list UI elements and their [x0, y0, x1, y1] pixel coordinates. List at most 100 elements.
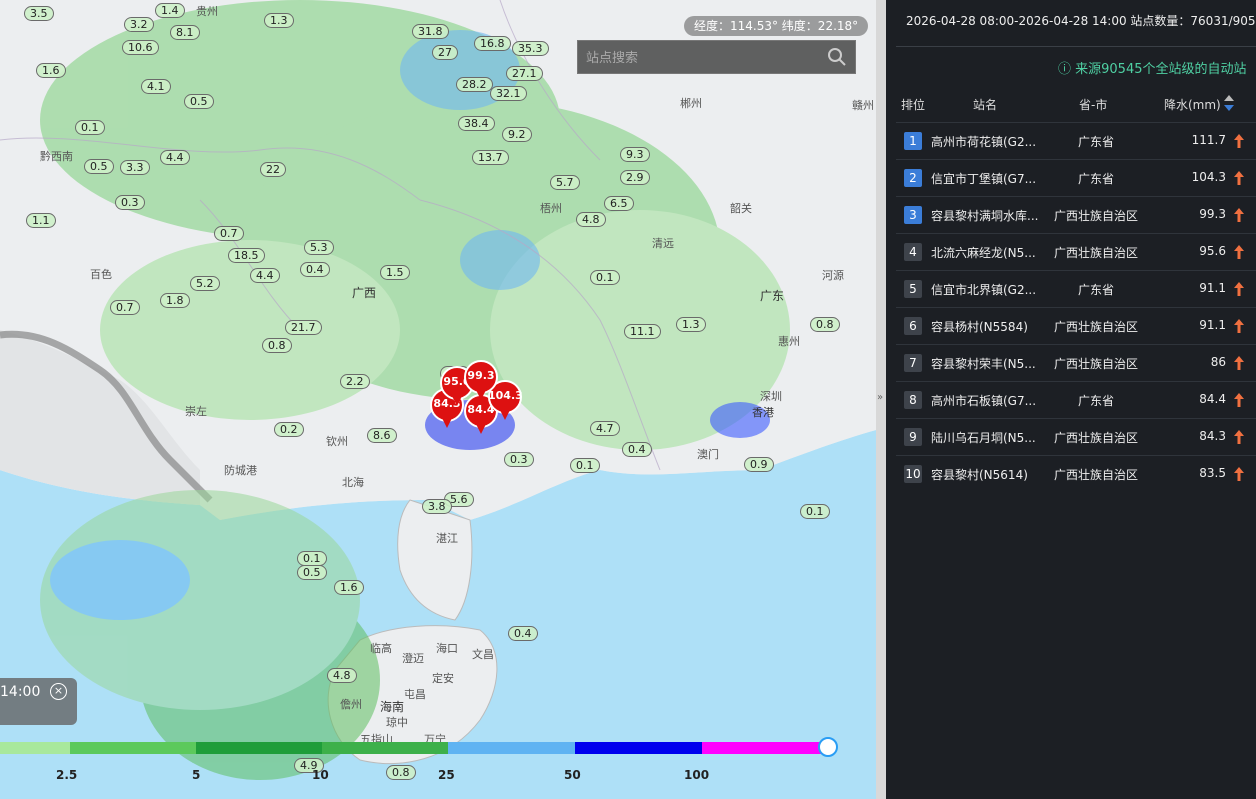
- station-value[interactable]: 1.8: [160, 293, 190, 308]
- station-value[interactable]: 4.4: [160, 150, 190, 165]
- station-value[interactable]: 21.7: [285, 320, 322, 335]
- station-value[interactable]: 38.4: [458, 116, 495, 131]
- collapse-chevron-icon[interactable]: »: [877, 392, 883, 403]
- table-row[interactable]: 8 高州市石板镇(G7... 广东省 84.4: [896, 381, 1256, 418]
- rainfall-map[interactable]: 贵州 广西 广东 海南 黔西南 百色 崇左 钦州 北海 防城港 梧州 清远 韶关…: [0, 0, 876, 799]
- table-row[interactable]: 3 容县黎村满垌水库... 广西壮族自治区 99.3: [896, 196, 1256, 233]
- station-value[interactable]: 5.2: [190, 276, 220, 291]
- station-value[interactable]: 0.4: [622, 442, 652, 457]
- station-value[interactable]: 8.6: [367, 428, 397, 443]
- table-row[interactable]: 9 陆川乌石月垌(N5... 广西壮族自治区 84.3: [896, 418, 1256, 455]
- station-search-input[interactable]: [586, 47, 826, 69]
- station-value[interactable]: 5.3: [304, 240, 334, 255]
- legend-slider-handle[interactable]: [818, 737, 838, 757]
- station-value[interactable]: 0.8: [810, 317, 840, 332]
- table-row[interactable]: 2 信宜市丁堡镇(G7... 广东省 104.3: [896, 159, 1256, 196]
- station-value[interactable]: 1.3: [676, 317, 706, 332]
- station-value[interactable]: 4.4: [250, 268, 280, 283]
- station-value[interactable]: 10.6: [122, 40, 159, 55]
- station-value[interactable]: 28.2: [456, 77, 493, 92]
- station-value[interactable]: 2.9: [620, 170, 650, 185]
- station-value[interactable]: 4.7: [590, 421, 620, 436]
- station-value[interactable]: 0.3: [504, 452, 534, 467]
- station-name[interactable]: 高州市荷花镇(G2...: [931, 133, 1041, 150]
- station-value[interactable]: 1.6: [334, 580, 364, 595]
- table-row[interactable]: 1 高州市荷花镇(G2... 广东省 111.7: [896, 122, 1256, 159]
- station-value[interactable]: 35.3: [512, 41, 549, 56]
- table-row[interactable]: 5 信宜市北界镇(G2... 广东省 91.1: [896, 270, 1256, 307]
- station-value[interactable]: 0.3: [115, 195, 145, 210]
- station-value[interactable]: 27: [432, 45, 458, 60]
- station-value[interactable]: 4.1: [141, 79, 171, 94]
- station-value[interactable]: 0.7: [214, 226, 244, 241]
- station-name[interactable]: 信宜市丁堡镇(G7...: [931, 170, 1041, 187]
- station-value[interactable]: 22: [260, 162, 286, 177]
- rain-legend-bar[interactable]: [0, 737, 838, 757]
- station-value[interactable]: 3.5: [24, 6, 54, 21]
- panel-splitter[interactable]: »: [876, 0, 886, 799]
- sort-icon[interactable]: [1223, 94, 1235, 112]
- station-value[interactable]: 0.2: [274, 422, 304, 437]
- station-value[interactable]: 1.1: [26, 213, 56, 228]
- header-rainfall[interactable]: 降水(mm): [1164, 96, 1221, 113]
- cursor-coordinates: 经度：114.53° 纬度：22.18°: [684, 16, 869, 36]
- table-row[interactable]: 4 北流六麻经龙(N5... 广西壮族自治区 95.6: [896, 233, 1256, 270]
- station-value[interactable]: 0.1: [570, 458, 600, 473]
- station-value[interactable]: 4.8: [576, 212, 606, 227]
- arrow-up-icon: [1234, 319, 1244, 333]
- station-name[interactable]: 北流六麻经龙(N5...: [931, 244, 1041, 261]
- station-value[interactable]: 1.5: [380, 265, 410, 280]
- station-value[interactable]: 2.2: [340, 374, 370, 389]
- station-value[interactable]: 1.3: [264, 13, 294, 28]
- table-row[interactable]: 7 容县黎村荣丰(N5... 广西壮族自治区 86: [896, 344, 1256, 381]
- station-value[interactable]: 1.4: [155, 3, 185, 18]
- close-icon[interactable]: ×: [50, 683, 67, 700]
- station-value[interactable]: 8.1: [170, 25, 200, 40]
- station-value[interactable]: 1.6: [36, 63, 66, 78]
- station-value[interactable]: 9.2: [502, 127, 532, 142]
- station-value[interactable]: 0.9: [744, 457, 774, 472]
- station-value[interactable]: 9.3: [620, 147, 650, 162]
- station-value[interactable]: 3.3: [120, 160, 150, 175]
- station-name[interactable]: 容县杨村(N5584): [931, 318, 1041, 335]
- station-value[interactable]: 3.2: [124, 17, 154, 32]
- station-value[interactable]: 0.8: [386, 765, 416, 780]
- station-value[interactable]: 0.1: [800, 504, 830, 519]
- region-label-guizhou: 贵州: [196, 5, 218, 18]
- search-icon[interactable]: [827, 47, 847, 67]
- station-value[interactable]: 0.8: [262, 338, 292, 353]
- station-name[interactable]: 容县黎村满垌水库...: [931, 207, 1041, 224]
- station-value[interactable]: 16.8: [474, 36, 511, 51]
- station-name[interactable]: 信宜市北界镇(G2...: [931, 281, 1041, 298]
- station-name[interactable]: 陆川乌石月垌(N5...: [931, 429, 1041, 446]
- station-value[interactable]: 0.4: [508, 626, 538, 641]
- station-value[interactable]: 18.5: [228, 248, 265, 263]
- station-name[interactable]: 容县黎村(N5614): [931, 466, 1041, 483]
- station-value[interactable]: 4.8: [327, 668, 357, 683]
- table-row[interactable]: 10 容县黎村(N5614) 广西壮族自治区 83.5: [896, 455, 1256, 492]
- station-name[interactable]: 容县黎村荣丰(N5...: [931, 355, 1041, 372]
- station-value[interactable]: 0.5: [297, 565, 327, 580]
- station-value[interactable]: 5.7: [550, 175, 580, 190]
- table-row[interactable]: 6 容县杨村(N5584) 广西壮族自治区 91.1: [896, 307, 1256, 344]
- station-value[interactable]: 6.5: [604, 196, 634, 211]
- station-value[interactable]: 0.5: [84, 159, 114, 174]
- time-chip[interactable]: 14:00 ×: [0, 678, 77, 725]
- rainfall-value: 83.5: [1199, 466, 1226, 480]
- station-value[interactable]: 32.1: [490, 86, 527, 101]
- station-value[interactable]: 3.8: [422, 499, 452, 514]
- station-value[interactable]: 0.1: [297, 551, 327, 566]
- region-label-huizhou: 惠州: [778, 335, 800, 348]
- station-search-box[interactable]: [577, 40, 856, 74]
- station-value[interactable]: 0.5: [184, 94, 214, 109]
- station-value[interactable]: 0.4: [300, 262, 330, 277]
- station-value[interactable]: 27.1: [506, 66, 543, 81]
- station-value[interactable]: 0.1: [75, 120, 105, 135]
- station-value[interactable]: 0.1: [590, 270, 620, 285]
- station-value[interactable]: 13.7: [472, 150, 509, 165]
- map-marker-pin[interactable]: 99.3: [464, 360, 498, 402]
- station-name[interactable]: 高州市石板镇(G7...: [931, 392, 1041, 409]
- station-value[interactable]: 0.7: [110, 300, 140, 315]
- station-value[interactable]: 31.8: [412, 24, 449, 39]
- station-value[interactable]: 11.1: [624, 324, 661, 339]
